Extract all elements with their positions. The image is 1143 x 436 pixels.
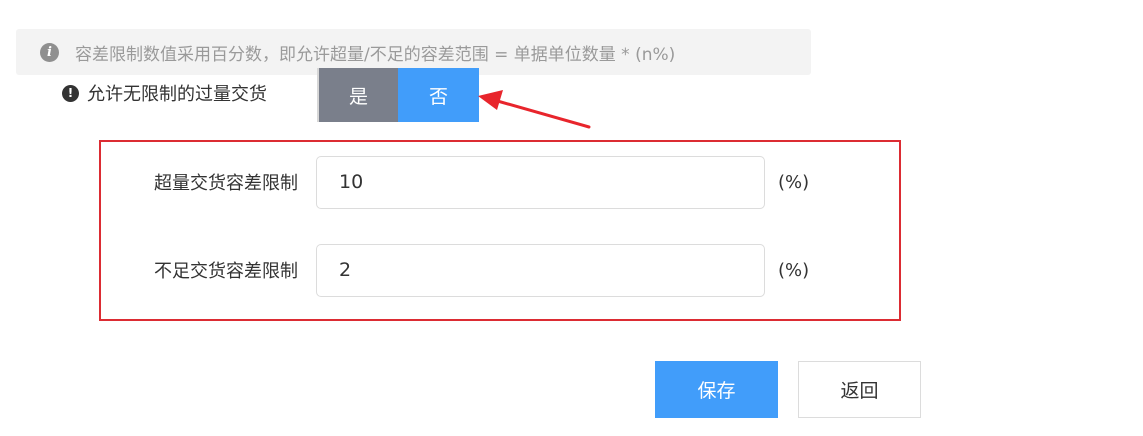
toggle-no-button[interactable]: 否 <box>398 68 479 122</box>
overdelivery-tolerance-row: 超量交货容差限制 (%) <box>100 155 880 209</box>
warning-icon: ! <box>62 84 79 102</box>
save-button[interactable]: 保存 <box>655 361 778 418</box>
overdelivery-tolerance-unit: (%) <box>778 171 810 193</box>
overdelivery-tolerance-input[interactable] <box>316 155 765 209</box>
underdelivery-tolerance-row: 不足交货容差限制 (%) <box>100 243 880 297</box>
overdelivery-tolerance-label: 超量交货容差限制 <box>154 173 298 194</box>
info-icon: i <box>40 42 59 62</box>
back-button[interactable]: 返回 <box>798 361 921 418</box>
underdelivery-tolerance-input[interactable] <box>316 243 765 297</box>
underdelivery-tolerance-label: 不足交货容差限制 <box>154 261 298 282</box>
unlimited-overdelivery-toggle[interactable]: 是 否 <box>317 68 479 122</box>
unlimited-overdelivery-label-text: 允许无限制的过量交货 <box>87 84 267 105</box>
unlimited-overdelivery-row: ! 允许无限制的过量交货 是 否 <box>62 68 479 122</box>
toggle-yes-button[interactable]: 是 <box>317 68 398 122</box>
underdelivery-tolerance-unit: (%) <box>778 259 810 281</box>
annotation-arrow-icon <box>478 90 591 129</box>
page: i 容差限制数值采用百分数，即允许超量/不足的容差范围 = 单据单位数量 * (… <box>0 0 1143 436</box>
unlimited-overdelivery-label: ! 允许无限制的过量交货 <box>62 66 317 120</box>
info-text: 容差限制数值采用百分数，即允许超量/不足的容差范围 = 单据单位数量 * (n%… <box>75 44 676 65</box>
